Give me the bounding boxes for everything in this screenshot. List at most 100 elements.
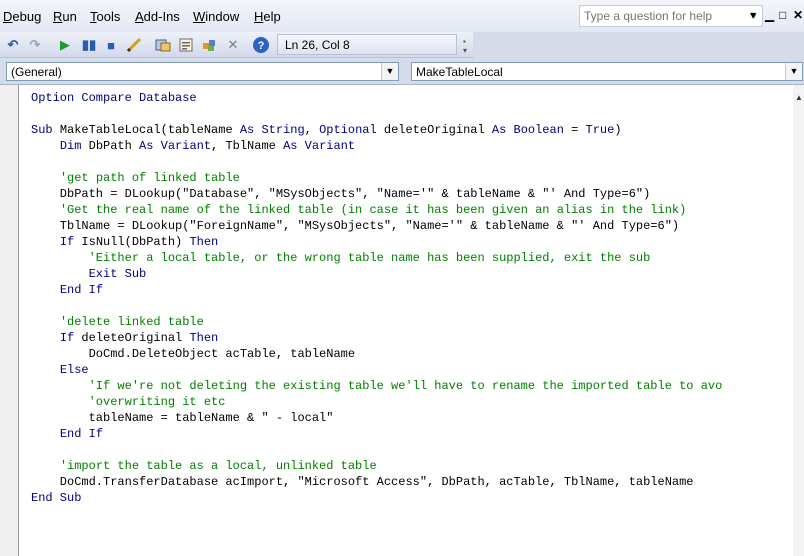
- code-keyword: Exit Sub: [88, 267, 147, 281]
- code-text: tableName = tableName & " - local": [31, 411, 334, 425]
- code-line[interactable]: Option Compare Database: [31, 90, 197, 106]
- chevron-down-icon[interactable]: ▼: [381, 63, 398, 80]
- code-comment: 'Either a local table, or the wrong tabl…: [88, 251, 651, 265]
- ask-question-input[interactable]: [584, 8, 742, 24]
- breakpoint-margin[interactable]: [0, 85, 19, 556]
- break-icon[interactable]: ▮▮: [80, 36, 98, 54]
- menu-help[interactable]: Help: [254, 9, 281, 24]
- code-text: ,: [304, 123, 320, 137]
- code-keyword: End If: [59, 427, 104, 441]
- code-keyword: Option Compare Database: [31, 91, 197, 105]
- menu-window-rest: indow: [205, 9, 240, 24]
- code-line[interactable]: 'import the table as a local, unlinked t…: [31, 458, 377, 474]
- code-text: MakeTableLocal(tableName: [59, 123, 240, 137]
- code-line[interactable]: DoCmd.DeleteObject acTable, tableName: [31, 346, 355, 362]
- code-text: DoCmd.DeleteObject acTable, tableName: [31, 347, 356, 361]
- code-text: =: [563, 123, 586, 137]
- menu-bar: Debug Run Tools Add-Ins Window Help ▼ ▾ …: [0, 0, 804, 33]
- code-line[interactable]: 'delete linked table: [31, 314, 204, 330]
- menu-window[interactable]: Window: [193, 9, 239, 24]
- toolbar-options-icon[interactable]: ▪ ▾: [463, 37, 471, 55]
- standard-toolbar: ↶ ↷ ▶ ▮▮ ■ ✕ ? Ln 26, Col 8 ▪ ▾: [0, 32, 473, 58]
- code-line[interactable]: End Sub: [31, 490, 81, 506]
- scroll-up-icon[interactable]: ▲: [795, 93, 803, 102]
- undo-icon[interactable]: ↶: [4, 36, 22, 54]
- code-text: deleteOriginal: [376, 123, 492, 137]
- code-line[interactable]: If IsNull(DbPath) Then: [31, 234, 218, 250]
- ask-question-box[interactable]: ▼: [579, 5, 763, 27]
- object-combo-value: (General): [11, 65, 62, 79]
- code-keyword: End Sub: [31, 491, 82, 505]
- code-line[interactable]: Dim DbPath As Variant, TblName As Varian…: [31, 138, 355, 154]
- design-mode-icon[interactable]: [125, 36, 143, 54]
- code-comment: 'import the table as a local, unlinked t…: [59, 459, 377, 473]
- code-comment: 'get path of linked table: [59, 171, 240, 185]
- code-text: DbPath: [81, 139, 140, 153]
- code-line[interactable]: DbPath = DLookup("Database", "MSysObject…: [31, 186, 651, 202]
- procedure-combo[interactable]: MakeTableLocal ▼: [411, 62, 803, 81]
- window-menu-dropdown-icon[interactable]: ▾: [750, 8, 756, 22]
- chevron-down-icon[interactable]: ▼: [785, 63, 802, 80]
- code-line[interactable]: If deleteOriginal Then: [31, 330, 218, 346]
- toolbox-icon[interactable]: ✕: [224, 36, 242, 54]
- procedure-combo-value: MakeTableLocal: [416, 65, 503, 79]
- object-combo[interactable]: (General) ▼: [6, 62, 399, 81]
- redo-icon[interactable]: ↷: [26, 36, 44, 54]
- code-line[interactable]: End If: [31, 426, 103, 442]
- code-keyword: Else: [59, 363, 89, 377]
- code-keyword: As Variant: [139, 139, 212, 153]
- project-explorer-icon[interactable]: [154, 36, 172, 54]
- code-line[interactable]: Else: [31, 362, 89, 378]
- code-text: ): [614, 123, 622, 137]
- properties-window-icon[interactable]: [177, 36, 195, 54]
- code-keyword: As Variant: [283, 139, 356, 153]
- code-window-combo-bar: (General) ▼ MakeTableLocal ▼: [0, 58, 804, 85]
- menu-run[interactable]: Run: [53, 9, 77, 24]
- code-text-area[interactable]: Option Compare Database Sub MakeTableLoca…: [31, 90, 793, 556]
- help-icon[interactable]: ?: [252, 36, 270, 54]
- code-line[interactable]: End If: [31, 282, 103, 298]
- code-editor[interactable]: Option Compare Database Sub MakeTableLoca…: [0, 85, 804, 556]
- minimize-icon[interactable]: ▁: [765, 8, 774, 22]
- code-keyword: Then: [189, 331, 219, 345]
- code-keyword: End If: [59, 283, 104, 297]
- restore-icon[interactable]: □: [779, 8, 786, 22]
- menu-debug[interactable]: Debug: [3, 9, 41, 24]
- code-line[interactable]: 'Either a local table, or the wrong tabl…: [31, 250, 651, 266]
- vertical-scrollbar[interactable]: ▲: [793, 85, 804, 556]
- menu-add-ins-rest: dd-Ins: [143, 9, 180, 24]
- menu-tools[interactable]: Tools: [90, 9, 120, 24]
- code-comment: 'If we're not deleting the existing tabl…: [88, 379, 723, 393]
- close-icon[interactable]: ✕: [793, 8, 803, 22]
- code-line[interactable]: 'get path of linked table: [31, 170, 240, 186]
- code-line[interactable]: 'Get the real name of the linked table (…: [31, 202, 687, 218]
- code-line[interactable]: DoCmd.TransferDatabase acImport, "Micros…: [31, 474, 694, 490]
- code-keyword: As Boolean: [491, 123, 564, 137]
- code-line[interactable]: Sub MakeTableLocal(tableName As String, …: [31, 122, 622, 138]
- code-line[interactable]: TblName = DLookup("ForeignName", "MSysOb…: [31, 218, 679, 234]
- reset-icon[interactable]: ■: [102, 36, 120, 54]
- code-line[interactable]: 'overwriting it etc: [31, 394, 226, 410]
- code-text: TblName = DLookup("ForeignName", "MSysOb…: [31, 219, 680, 233]
- code-line[interactable]: tableName = tableName & " - local": [31, 410, 334, 426]
- code-line[interactable]: Exit Sub: [31, 266, 147, 282]
- toolbar-area-empty: [473, 32, 804, 58]
- code-keyword: If: [59, 235, 75, 249]
- object-browser-icon[interactable]: [200, 36, 218, 54]
- menu-add-ins[interactable]: Add-Ins: [135, 9, 180, 24]
- code-comment: 'Get the real name of the linked table (…: [59, 203, 687, 217]
- code-text: DoCmd.TransferDatabase acImport, "Micros…: [31, 475, 694, 489]
- code-line[interactable]: 'If we're not deleting the existing tabl…: [31, 378, 723, 394]
- run-icon[interactable]: ▶: [56, 36, 74, 54]
